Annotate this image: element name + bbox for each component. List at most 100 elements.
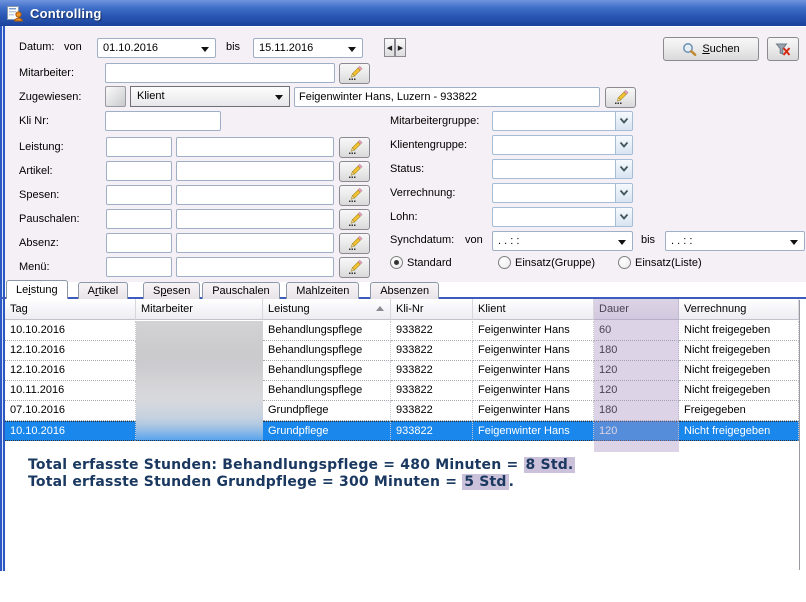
- cell-leistung: Behandlungspflege: [263, 321, 391, 341]
- absenz-code-input[interactable]: [106, 233, 172, 253]
- bis-label: bis: [226, 41, 240, 53]
- radio-einsatz-gruppe[interactable]: [498, 256, 511, 269]
- pencil-icon: [347, 260, 363, 275]
- synch-from-combo[interactable]: . . : :: [492, 231, 633, 251]
- pencil-icon: [347, 164, 363, 179]
- mitarbeiter-edit-button[interactable]: [339, 63, 370, 84]
- cell-kli-nr: 933822: [391, 361, 473, 381]
- date-to-value: 15.11.2016: [259, 42, 313, 54]
- date-to-combo[interactable]: 15.11.2016: [253, 38, 363, 58]
- window-right-border: [799, 300, 800, 570]
- spesen-code-input[interactable]: [106, 185, 172, 205]
- table-row[interactable]: 07.10.2016Grundpflege933822Feigenwinter …: [5, 401, 799, 421]
- cell-mitarbeiter: [136, 341, 263, 361]
- cell-verrechnung: Nicht freigegeben: [679, 381, 799, 401]
- artikel-edit-button[interactable]: [339, 161, 370, 182]
- verrechnung-combo[interactable]: [492, 183, 633, 203]
- tab-spesen[interactable]: Spesen: [143, 282, 200, 299]
- tab-leistung[interactable]: Leistung: [6, 280, 68, 299]
- synch-from-mask: . . : :: [498, 235, 519, 247]
- column-header-tag[interactable]: Tag: [5, 299, 136, 320]
- tab-pauschalen[interactable]: Pauschalen: [202, 282, 280, 299]
- artikel-code-input[interactable]: [106, 161, 172, 181]
- table-row[interactable]: 12.10.2016Behandlungspflege933822Feigenw…: [5, 341, 799, 361]
- pauschalen-text-input[interactable]: [176, 209, 334, 229]
- leistung-text-input[interactable]: [176, 137, 334, 157]
- spesen-edit-button[interactable]: [339, 185, 370, 206]
- table-row[interactable]: 10.11.2016Behandlungspflege933822Feigenw…: [5, 381, 799, 401]
- men-text-input[interactable]: [176, 257, 334, 277]
- cell-kli-nr: 933822: [391, 401, 473, 421]
- pauschalen-code-input[interactable]: [106, 209, 172, 229]
- cell-tag: 10.10.2016: [5, 421, 136, 441]
- cell-leistung: Behandlungspflege: [263, 341, 391, 361]
- men-code-input[interactable]: [106, 257, 172, 277]
- tab-absenzen[interactable]: Absenzen: [370, 282, 439, 299]
- column-header-klient[interactable]: Klient: [473, 299, 594, 320]
- klinr-input[interactable]: [105, 111, 221, 131]
- cell-kli-nr: 933822: [391, 421, 473, 441]
- zugewiesen-input[interactable]: [294, 87, 600, 107]
- klientengruppe-combo[interactable]: [492, 135, 633, 155]
- mitarbeiter-input[interactable]: [105, 63, 335, 83]
- lohn-combo[interactable]: [492, 207, 633, 227]
- spesen-label: Spesen:: [19, 189, 59, 201]
- spesen-text-input[interactable]: [176, 185, 334, 205]
- mitarbeiter-label: Mitarbeiter:: [19, 67, 74, 79]
- zugewiesen-toggle[interactable]: [105, 86, 126, 107]
- date-next-button[interactable]: ▶: [395, 38, 406, 57]
- zugewiesen-edit-button[interactable]: [605, 87, 636, 108]
- column-header-mitarbeiter[interactable]: Mitarbeiter: [136, 299, 263, 320]
- absenz-text-input[interactable]: [176, 233, 334, 253]
- chevron-down-icon: [615, 112, 632, 130]
- column-header-kli-nr[interactable]: Kli-Nr: [391, 299, 473, 320]
- cell-kli-nr: 933822: [391, 381, 473, 401]
- date-prev-button[interactable]: ◀: [384, 38, 395, 57]
- pencil-icon: [347, 188, 363, 203]
- column-header-verrechnung[interactable]: Verrechnung: [679, 299, 799, 320]
- synch-to-combo[interactable]: . . : :: [665, 231, 805, 251]
- cell-kli-nr: 933822: [391, 321, 473, 341]
- mitarbeitergruppe-combo[interactable]: [492, 111, 633, 131]
- cell-verrechnung: Freigegeben: [679, 401, 799, 421]
- table-row[interactable]: 10.10.2016Grundpflege933822Feigenwinter …: [5, 421, 799, 441]
- column-header-leistung[interactable]: Leistung: [263, 299, 391, 320]
- pauschalen-edit-button[interactable]: [339, 209, 370, 230]
- men-edit-button[interactable]: [339, 257, 370, 278]
- leistung-edit-button[interactable]: [339, 137, 370, 158]
- table-row[interactable]: 10.10.2016Behandlungspflege933822Feigenw…: [5, 321, 799, 341]
- men-label: Menü:: [19, 261, 50, 273]
- tab-mahlzeiten[interactable]: Mahlzeiten: [286, 282, 359, 299]
- absenz-label: Absenz:: [19, 237, 59, 249]
- cell-verrechnung: Nicht freigegeben: [679, 321, 799, 341]
- table-row[interactable]: 12.10.2016Behandlungspflege933822Feigenw…: [5, 361, 799, 381]
- pencil-icon: [613, 90, 629, 105]
- cell-dauer: 120: [594, 421, 679, 441]
- chevron-down-icon: [790, 240, 798, 245]
- radio-standard[interactable]: [390, 256, 403, 269]
- suchen-label: Suchen: [702, 43, 739, 55]
- radio-einsatz-liste[interactable]: [618, 256, 631, 269]
- suchen-button[interactable]: Suchen: [663, 37, 759, 61]
- sort-asc-icon: [376, 306, 384, 311]
- cell-kli-nr: 933822: [391, 341, 473, 361]
- chevron-down-icon: [615, 136, 632, 154]
- artikel-text-input[interactable]: [176, 161, 334, 181]
- clear-filter-button[interactable]: [767, 37, 799, 61]
- cell-dauer: 60: [594, 321, 679, 341]
- absenz-edit-button[interactable]: [339, 233, 370, 254]
- cell-leistung: Grundpflege: [263, 401, 391, 421]
- total-highlight: 5 Std: [462, 474, 508, 490]
- window-icon: [6, 4, 24, 22]
- pauschalen-label: Pauschalen:: [19, 213, 80, 225]
- zugewiesen-type-combo[interactable]: Klient: [130, 86, 290, 107]
- column-header-dauer[interactable]: Dauer: [594, 299, 679, 320]
- leistung-code-input[interactable]: [106, 137, 172, 157]
- tab-artikel[interactable]: Artikel: [78, 282, 129, 299]
- status-combo[interactable]: [492, 159, 633, 179]
- cell-leistung: Behandlungspflege: [263, 361, 391, 381]
- date-from-combo[interactable]: 01.10.2016: [97, 38, 216, 58]
- filter-panel: Datum: von 01.10.2016 bis 15.11.2016 ◀ ▶…: [5, 26, 806, 282]
- cell-tag: 12.10.2016: [5, 341, 136, 361]
- klinr-label: Kli Nr:: [19, 115, 49, 127]
